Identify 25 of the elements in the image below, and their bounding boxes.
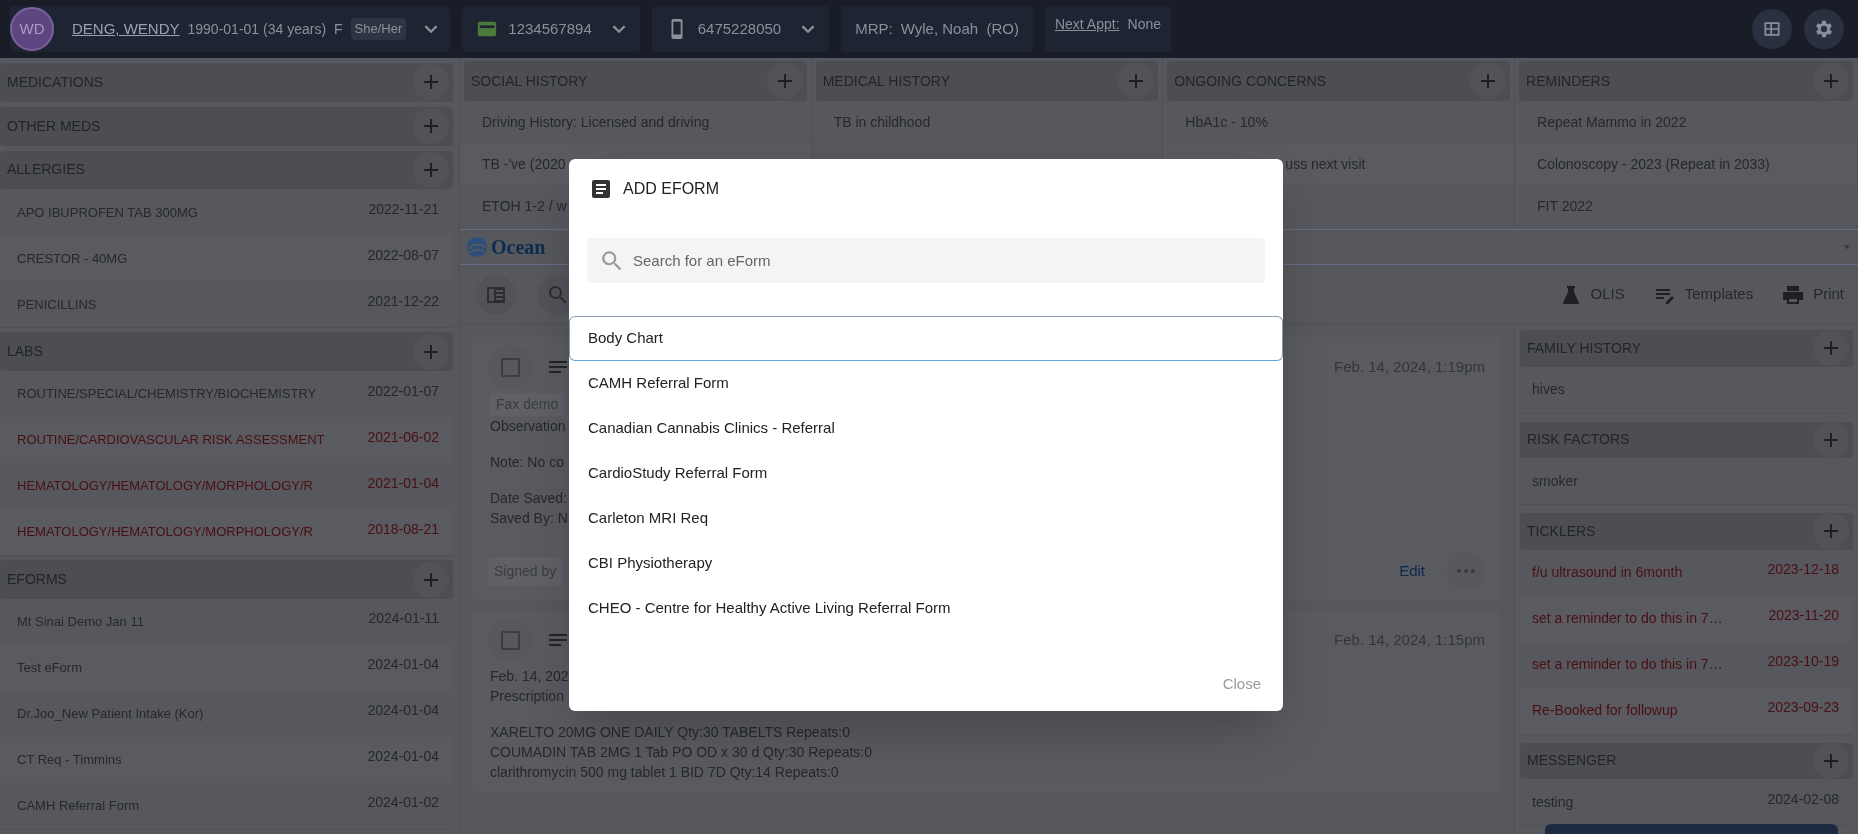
pronouns-tag: She/Her — [350, 18, 407, 40]
patient-sex: F — [334, 19, 343, 39]
item-label: set a reminder to do this in 7… — [1532, 655, 1723, 674]
item-label: HEMATOLOGY/HEMATOLOGY/MORPHOLOGY/R — [17, 523, 313, 542]
mrp-label: MRP: — [855, 18, 893, 39]
item-date: 2023-10-19 — [1767, 652, 1839, 671]
dialog-title: ADD EFORM — [623, 179, 719, 199]
item-date: 2021-01-04 — [367, 473, 439, 493]
item-date: 2018-08-21 — [367, 519, 439, 539]
item-date: 2023-11-20 — [1768, 606, 1839, 625]
item-label: f/u ultrasound in 6month — [1532, 563, 1683, 582]
health-card-number: 1234567894 — [508, 18, 592, 39]
item-label: set a reminder to do this in 7… — [1532, 609, 1723, 628]
item-label: HEMATOLOGY/HEMATOLOGY/MORPHOLOGY/R — [17, 477, 313, 496]
ocean-logo-text: Ocean — [491, 235, 546, 260]
item-date: 2021-06-02 — [367, 427, 439, 447]
item-label: ROUTINE/CARDIOVASCULAR RISK ASSESSMENT — [17, 431, 325, 450]
avatar: WD — [10, 7, 54, 51]
birth-date: 1990-01-01 (34 years) — [187, 19, 327, 39]
next-appointment-value: None — [1127, 14, 1161, 34]
item-date: 2023-09-23 — [1767, 698, 1839, 717]
phone-number: 6475228050 — [697, 18, 782, 39]
item-label: Re-Booked for followup — [1532, 701, 1678, 720]
item-date: 2023-12-18 — [1767, 560, 1839, 579]
mrp-value: Wyle, Noah (RO) — [900, 18, 1019, 39]
